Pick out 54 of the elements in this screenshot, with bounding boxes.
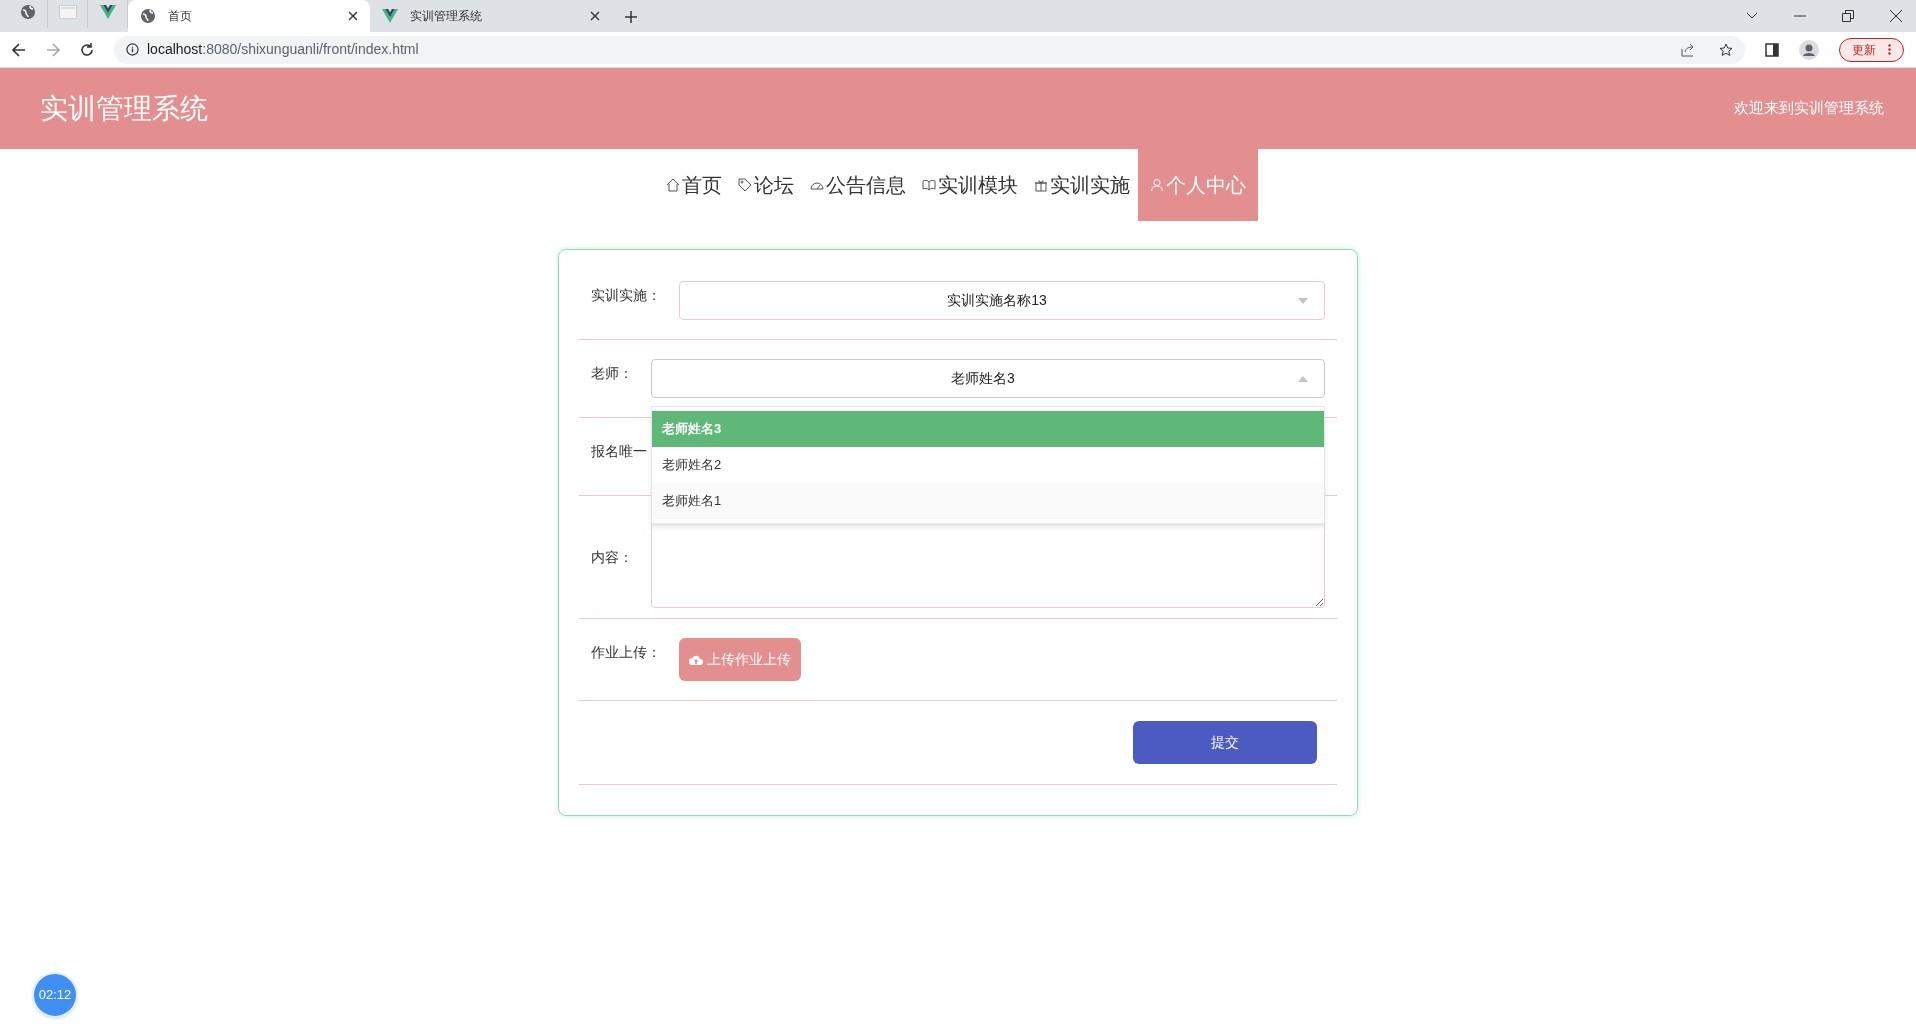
tag-icon — [738, 178, 752, 192]
field-label: 老师： — [591, 364, 633, 383]
select-field[interactable]: 老师姓名3 — [651, 359, 1325, 398]
nav-item[interactable]: 论坛 — [730, 149, 802, 221]
field-label: 作业上传： — [591, 643, 661, 662]
gift-icon — [1034, 178, 1048, 192]
close-icon[interactable] — [348, 11, 358, 21]
close-icon[interactable] — [1890, 10, 1902, 22]
field-label: 实训实施： — [591, 286, 661, 305]
welcome-text: 欢迎来到实训管理系统 — [1734, 98, 1884, 119]
select-value: 老师姓名3 — [950, 369, 1016, 388]
restore-icon[interactable] — [1842, 10, 1854, 22]
v-logo-icon — [382, 9, 398, 23]
reload-icon[interactable] — [80, 42, 94, 57]
info-icon — [126, 43, 139, 56]
browser-tab[interactable]: 首页 — [128, 0, 370, 32]
caret-icon — [1298, 297, 1308, 304]
globe-icon — [140, 8, 156, 24]
user-icon — [1150, 178, 1164, 192]
chevron-down-icon[interactable] — [1746, 12, 1758, 20]
more-icon — [1888, 44, 1891, 55]
star-icon[interactable] — [1719, 42, 1733, 57]
select-field[interactable]: 实训实施名称13 — [679, 281, 1325, 320]
tab-title: 首页 — [168, 8, 193, 25]
new-tab-icon[interactable] — [624, 10, 638, 24]
page-icon — [58, 5, 77, 19]
nav-item[interactable]: 实训实施 — [1026, 149, 1138, 221]
site-title: 实训管理系统 — [40, 91, 208, 126]
book-icon — [922, 178, 936, 192]
address-bar[interactable]: localhost:8080/shixunguanli/front/index.html — [114, 35, 1745, 64]
url-text: localhost:8080/shixunguanli/front/index.html — [147, 40, 419, 59]
v-logo-icon — [99, 5, 116, 19]
cloud-upload-icon — [689, 654, 703, 665]
side-panel-icon[interactable] — [1765, 42, 1779, 57]
timer-badge: 02:12 — [32, 972, 78, 1018]
select-value: 实训实施名称13 — [946, 291, 1048, 310]
back-icon[interactable] — [12, 42, 26, 57]
nav-item[interactable]: 公告信息 — [802, 149, 914, 221]
nav-item[interactable]: 实训模块 — [914, 149, 1026, 221]
submit-button[interactable]: 提交 — [1133, 721, 1317, 764]
caret-icon — [1298, 375, 1308, 382]
field-label: 内容： — [591, 547, 633, 567]
field-label: 报名唯一 — [591, 442, 647, 461]
update-button[interactable]: 更新 — [1839, 37, 1904, 62]
dropdown-option[interactable]: 老师姓名1 — [652, 483, 1324, 519]
nav-item[interactable]: 首页 — [658, 149, 730, 221]
dropdown-option[interactable]: 老师姓名2 — [652, 447, 1324, 483]
profile-icon[interactable] — [1799, 39, 1819, 60]
close-icon[interactable] — [590, 11, 600, 21]
home-icon — [666, 178, 680, 192]
share-icon[interactable] — [1681, 42, 1695, 57]
globe-icon — [19, 4, 36, 20]
tab-title: 实训管理系统 — [410, 8, 483, 25]
browser-tab[interactable]: 实训管理系统 — [370, 0, 612, 32]
